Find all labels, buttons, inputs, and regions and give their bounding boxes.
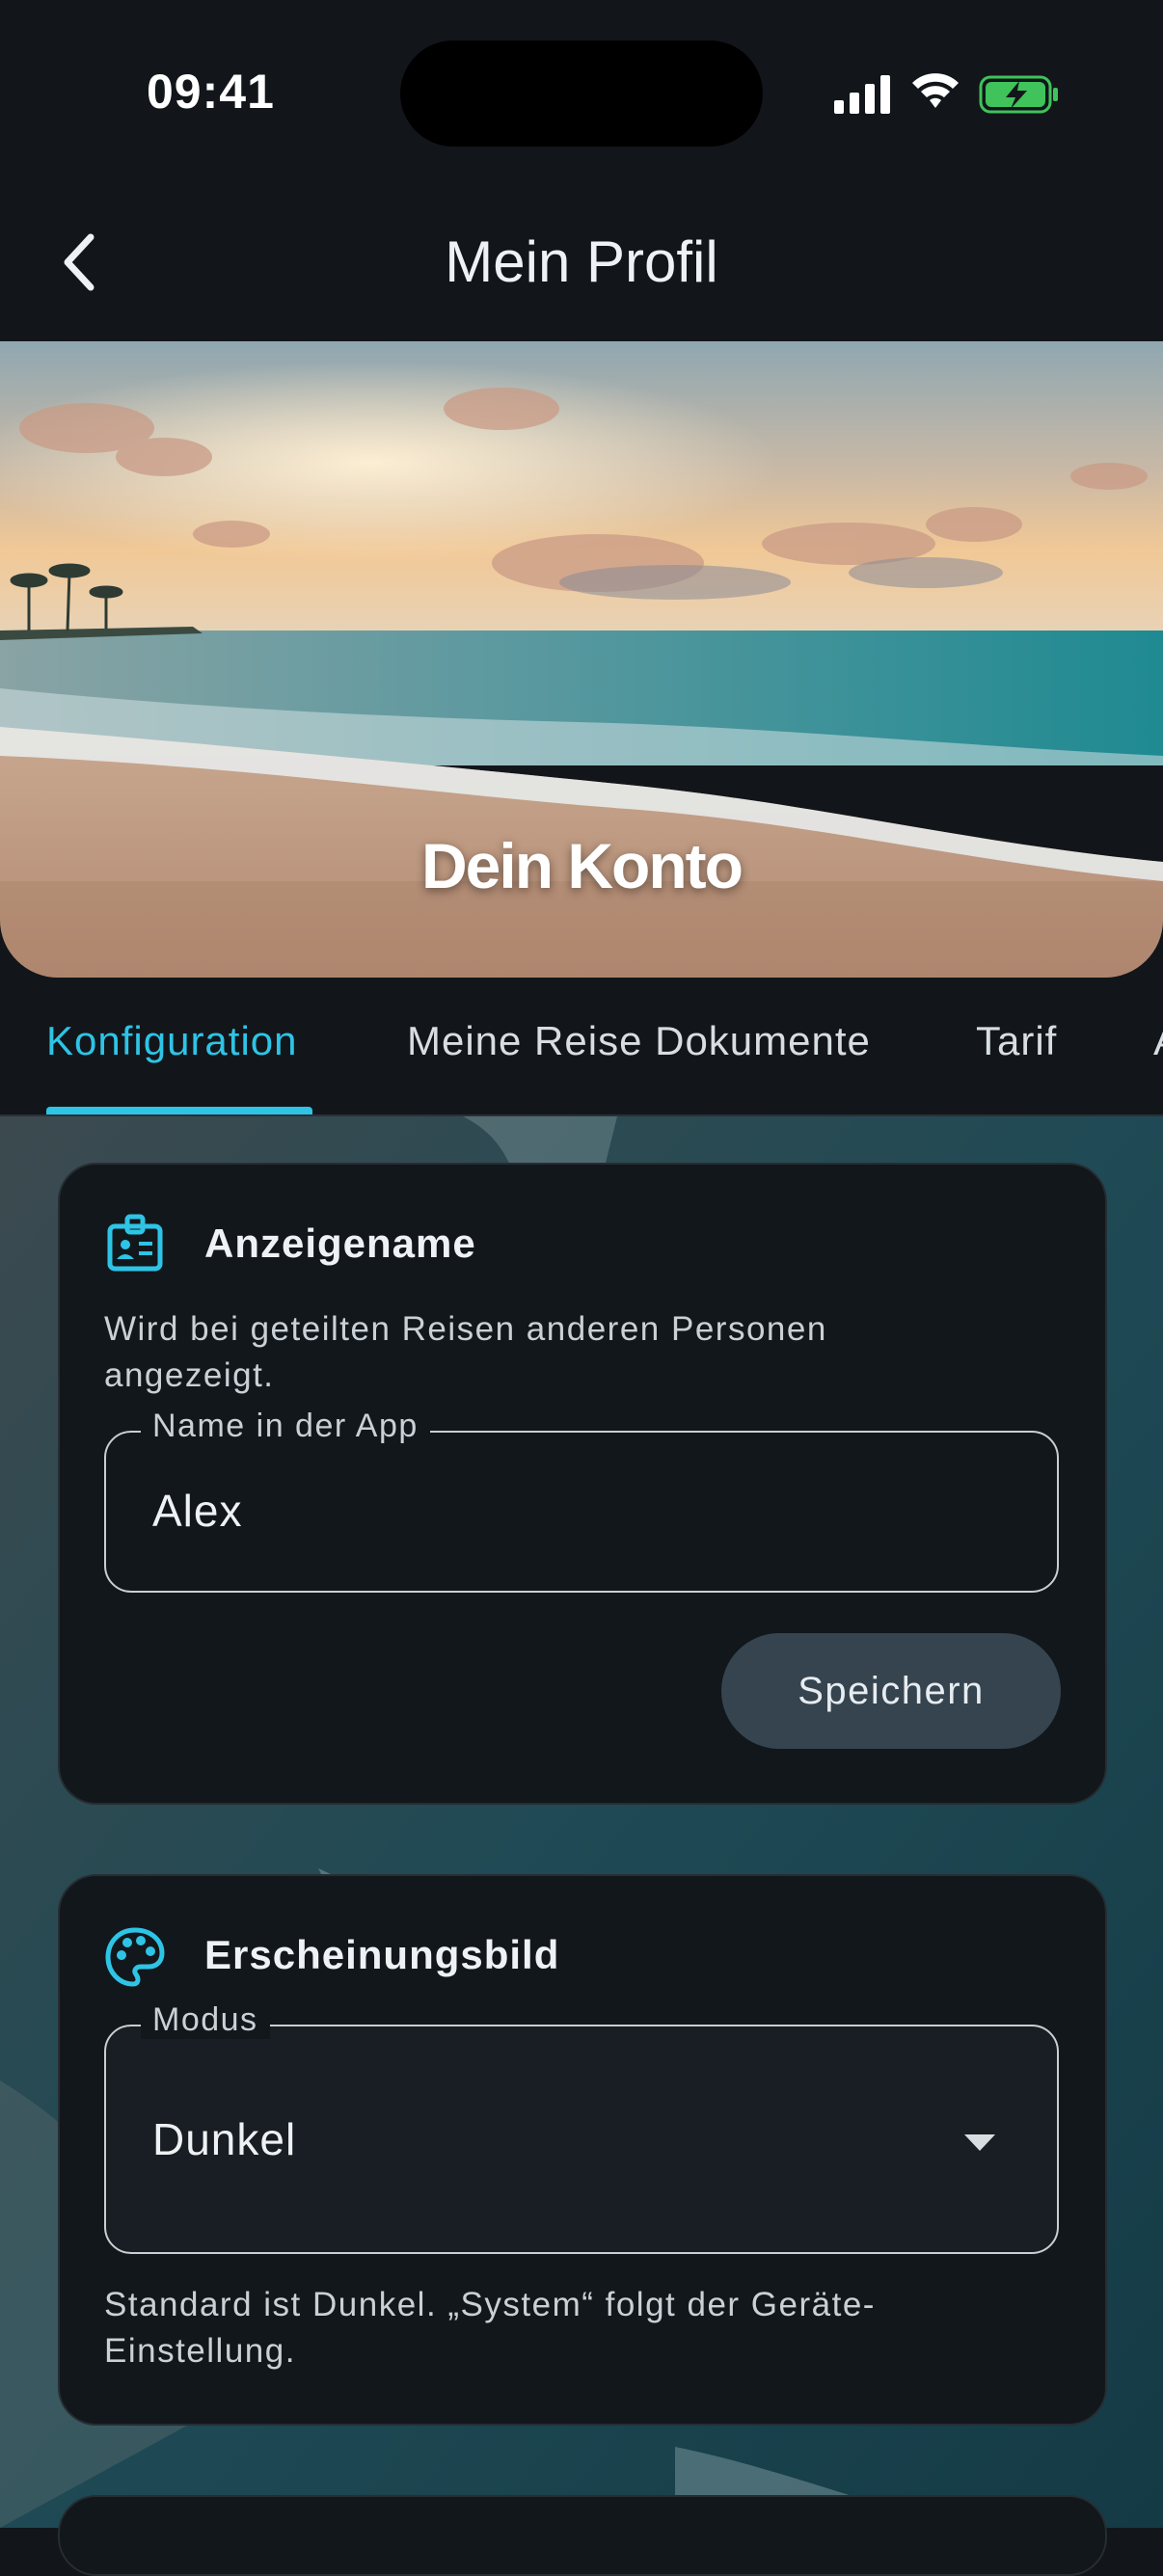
display-name-description-line1: Wird bei geteilten Reisen anderen Person…: [104, 1310, 827, 1348]
status-bar: 09:41: [0, 0, 1163, 183]
dropdown-arrow-icon[interactable]: [964, 2134, 995, 2151]
appearance-card: Erscheinungsbild Modus Dunkel Standard i…: [58, 1874, 1107, 2426]
display-name-input[interactable]: Name in der App Alex: [104, 1408, 1059, 1593]
palette-icon: [105, 1927, 165, 1987]
mode-select[interactable]: Modus Dunkel: [104, 2001, 1059, 2254]
display-name-field-label: Name in der App: [141, 1408, 430, 1445]
save-button[interactable]: Speichern: [721, 1633, 1061, 1749]
mode-field-label: Modus: [141, 2001, 270, 2039]
cellular-signal-icon: [834, 75, 890, 114]
hero-banner: Dein Konto: [0, 341, 1163, 978]
card-title-display-name: Anzeigename: [204, 1221, 476, 1266]
page-title: Mein Profil: [445, 229, 718, 294]
mode-hint-line2: Einstellung.: [104, 2332, 296, 2370]
tab-konfiguration[interactable]: Konfiguration: [46, 1018, 298, 1064]
display-name-description-line2: angezeigt.: [104, 1356, 275, 1394]
tab-bar: Konfiguration Meine Reise Dokumente Tari…: [0, 978, 1163, 1116]
status-time: 09:41: [147, 65, 275, 119]
tab-reise-dokumente[interactable]: Meine Reise Dokumente: [407, 1018, 871, 1064]
tab-more[interactable]: A: [1153, 1018, 1163, 1064]
display-name-card: Anzeigename Wird bei geteilten Reisen an…: [58, 1163, 1107, 1805]
tab-tarif[interactable]: Tarif: [976, 1018, 1057, 1064]
active-tab-indicator: [46, 1107, 312, 1114]
wifi-icon: [912, 73, 959, 108]
battery-charging-icon: [979, 75, 1058, 114]
card-title-appearance: Erscheinungsbild: [204, 1932, 560, 1977]
next-card: [58, 2495, 1107, 2576]
mode-hint-line1: Standard ist Dunkel. „System“ folgt der …: [104, 2286, 876, 2323]
dynamic-island: [400, 40, 763, 147]
id-badge-icon: [107, 1214, 163, 1272]
hero-title: Dein Konto: [421, 830, 744, 901]
display-name-field-value[interactable]: Alex: [152, 1485, 242, 1537]
mode-selected-value: Dunkel: [152, 2114, 297, 2164]
